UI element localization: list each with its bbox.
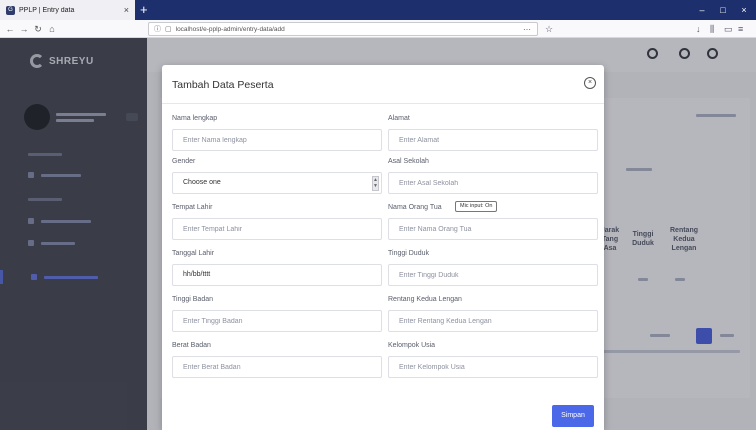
berat-badan-input[interactable] xyxy=(172,356,382,378)
favicon-icon: G xyxy=(6,5,15,15)
forward-icon[interactable]: → xyxy=(18,22,30,36)
field-label: Tempat Lahir xyxy=(172,204,213,211)
gender-select[interactable]: Choose one ▲ ▼ xyxy=(172,172,382,194)
field-rentang-kedua-lengan: Rentang Kedua Lengan xyxy=(388,294,598,332)
close-icon[interactable]: × xyxy=(584,77,596,89)
nama-lengkap-input[interactable] xyxy=(172,129,382,151)
page-actions-icon[interactable]: ⋯ xyxy=(523,23,531,36)
field-tinggi-badan: Tinggi Badan xyxy=(172,294,382,332)
url-text: localhost/e-pplp-admin/entry-data/add xyxy=(175,25,285,33)
field-alamat: Alamat xyxy=(388,113,598,151)
url-bar[interactable]: ⓘ ▢ localhost/e-pplp-admin/entry-data/ad… xyxy=(148,22,538,36)
field-label: Berat Badan xyxy=(172,342,211,349)
browser-navbar: ← → ↻ ⌂ ⓘ ▢ localhost/e-pplp-admin/entry… xyxy=(0,20,756,38)
field-label: Nama lengkap xyxy=(172,115,218,122)
field-tanggal-lahir: Tanggal Lahir hh/bb/tttt xyxy=(172,248,382,286)
kelompok-usia-input[interactable] xyxy=(388,356,598,378)
field-gender: Gender Choose one ▲ ▼ xyxy=(172,156,382,194)
field-kelompok-usia: Kelompok Usia xyxy=(388,340,598,378)
field-label: Kelompok Usia xyxy=(388,342,436,349)
nama-orang-tua-input[interactable] xyxy=(388,218,598,240)
bookmark-icon[interactable]: ☆ xyxy=(545,23,553,35)
modal-title: Tambah Data Peserta xyxy=(172,79,274,91)
asal-sekolah-input[interactable] xyxy=(388,172,598,194)
field-label: Tanggal Lahir xyxy=(172,250,215,257)
sidebar-toggle-icon[interactable]: ▭ xyxy=(724,23,733,35)
tempat-lahir-input[interactable] xyxy=(172,218,382,240)
reload-icon[interactable]: ↻ xyxy=(32,22,44,36)
field-tinggi-duduk: Tinggi Duduk xyxy=(388,248,598,286)
browser-tab[interactable]: G PPLP | Entry data × xyxy=(0,0,135,20)
select-arrows-icon[interactable]: ▲ ▼ xyxy=(372,176,379,191)
tab-title: PPLP | Entry data xyxy=(19,6,75,14)
field-tempat-lahir: Tempat Lahir xyxy=(172,202,382,240)
add-participant-modal: Tambah Data Peserta × Nama lengkap Gende… xyxy=(162,65,604,430)
browser-tabbar: G PPLP | Entry data × + – □ × xyxy=(0,0,756,20)
home-icon[interactable]: ⌂ xyxy=(46,22,58,36)
tanggal-lahir-date-input[interactable]: hh/bb/tttt xyxy=(172,264,382,286)
menu-icon[interactable]: ≡ xyxy=(738,23,743,35)
field-label: Gender xyxy=(172,158,196,165)
close-window-icon[interactable]: × xyxy=(732,0,756,20)
gender-select-value: Choose one xyxy=(183,179,221,186)
save-button[interactable]: Simpan xyxy=(552,405,594,427)
field-nama-lengkap: Nama lengkap xyxy=(172,113,382,151)
tab-close-icon[interactable]: × xyxy=(124,5,129,15)
info-icon: ⓘ xyxy=(154,26,161,33)
divider xyxy=(162,103,604,104)
alamat-input[interactable] xyxy=(388,129,598,151)
downloads-icon[interactable]: ↓ xyxy=(696,23,701,35)
field-berat-badan: Berat Badan xyxy=(172,340,382,378)
page-icon: ▢ xyxy=(165,26,172,33)
field-label: Tinggi Duduk xyxy=(388,250,429,257)
field-asal-sekolah: Asal Sekolah xyxy=(388,156,598,194)
tinggi-badan-input[interactable] xyxy=(172,310,382,332)
field-label: Alamat xyxy=(388,115,410,122)
field-label: Asal Sekolah xyxy=(388,158,429,165)
field-label: Tinggi Badan xyxy=(172,296,213,303)
field-label: Rentang Kedua Lengan xyxy=(388,296,462,303)
library-icon[interactable]: ⫼ xyxy=(710,23,714,35)
mic-input-badge[interactable]: Mic input: On xyxy=(455,201,498,212)
tinggi-duduk-input[interactable] xyxy=(388,264,598,286)
rentang-kedua-lengan-input[interactable] xyxy=(388,310,598,332)
new-tab-icon[interactable]: + xyxy=(140,2,148,18)
back-icon[interactable]: ← xyxy=(4,22,16,36)
